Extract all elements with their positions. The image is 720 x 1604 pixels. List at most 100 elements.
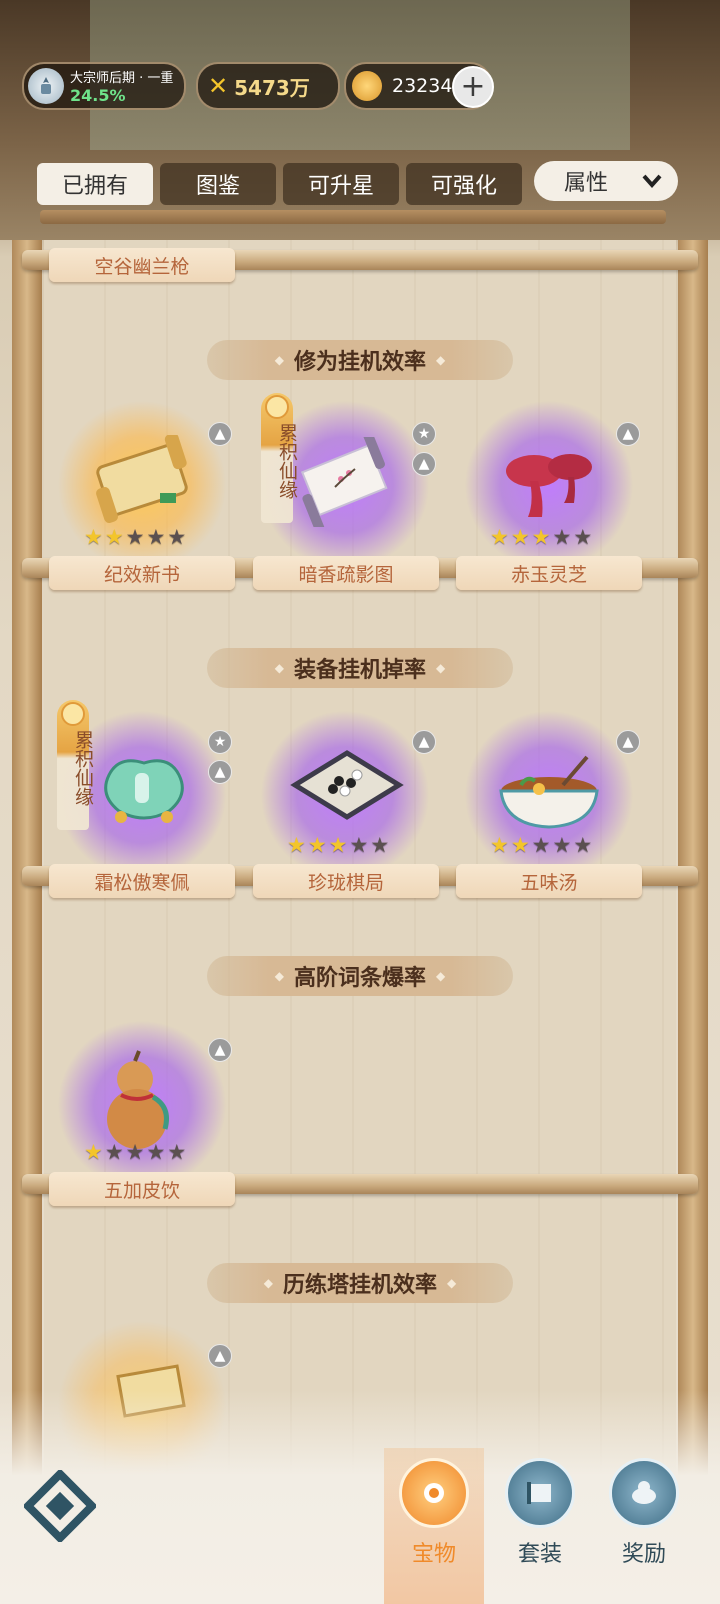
star-empty-icon: ★ [146,525,166,549]
star-rating: ★ ★ ★ ★ ★ [287,834,389,856]
item-name: 赤玉灵芝 [510,563,587,586]
compass-menu-icon[interactable] [20,1466,100,1546]
diamond-ornament-icon: ◆ [447,1276,457,1290]
star-empty-icon: ★ [552,525,572,549]
set-scroll-icon [505,1458,575,1528]
item-name: 五味汤 [520,871,578,894]
rank-emblem-icon [28,68,64,104]
item-name: 珍珑棋局 [307,871,384,894]
rank-panel[interactable]: 大宗师后期 · 一重 24.5% [22,62,186,110]
diamond-ornament-icon: ◆ [274,353,284,367]
star-empty-icon: ★ [125,1140,145,1164]
star-filled-icon: ★ [104,525,124,549]
star-empty-icon: ★ [573,525,593,549]
reward-icon [609,1458,679,1528]
star-upgrade-icon[interactable]: ★ [412,422,436,446]
upgrade-arrow-icon[interactable]: ▲ [208,1344,232,1368]
nav-set[interactable]: 套装 [490,1448,590,1604]
upgrade-arrow-icon[interactable]: ▲ [208,1038,232,1062]
item-name: 五加皮饮 [103,1179,180,1202]
plus-icon: + [460,69,486,104]
tab-label: 已拥有 [61,174,128,199]
star-empty-icon: ★ [167,525,187,549]
upgrade-arrow-icon[interactable]: ▲ [412,452,436,476]
upgrade-arrow-icon[interactable]: ▲ [412,730,436,754]
upgrade-arrow-icon[interactable]: ▲ [616,730,640,754]
star-empty-icon: ★ [552,833,572,857]
star-empty-icon: ★ [125,525,145,549]
moon-emblem-icon [265,395,289,419]
nav-treasure[interactable]: 宝物 [384,1448,484,1604]
treasure-red-lingzhi[interactable] [484,432,614,532]
diamond-ornament-icon: ◆ [436,969,446,983]
currency-value: 23234 [392,75,453,97]
tab-owned[interactable]: 已拥有 [37,163,153,205]
treasure-gourd[interactable] [86,1044,196,1154]
treasure-icon [399,1458,469,1528]
section-title: 装备挂机掉率 [293,658,426,683]
rank-title: 大宗师后期 · 一重 [70,71,174,86]
star-filled-icon: ★ [287,833,306,857]
tab-label: 可升星 [307,174,374,199]
star-rating: ★ ★ ★ ★ ★ [84,526,186,548]
star-filled-icon: ★ [328,833,348,857]
diamond-ornament-icon: ◆ [274,661,284,675]
item-name: 霜松傲寒佩 [94,871,190,894]
chevron-down-icon [642,174,662,188]
diamond-ornament-icon: ◆ [263,1276,273,1290]
section-header: ◆ 修为挂机效率 ◆ [207,340,513,380]
tab-label: 可强化 [430,174,497,199]
treasure-scroll-book[interactable] [72,430,212,530]
item-name-label[interactable]: 珍珑棋局 [253,864,439,898]
item-name: 纪效新书 [103,563,180,586]
item-name-label[interactable]: 霜松傲寒佩 [49,864,235,898]
section-header: ◆ 高阶词条爆率 ◆ [207,956,513,996]
star-rating: ★ ★ ★ ★ ★ [84,1141,186,1163]
upgrade-arrow-icon[interactable]: ▲ [616,422,640,446]
star-rating: ★ ★ ★ ★ ★ [490,526,592,548]
star-upgrade-icon[interactable]: ★ [208,730,232,754]
nav-reward[interactable]: 奖励 [594,1448,694,1604]
star-empty-icon: ★ [349,833,369,857]
nav-label: 套装 [517,1542,562,1567]
item-name-label[interactable]: 暗香疏影图 [253,556,439,590]
item-name-label[interactable]: 五味汤 [456,864,642,898]
star-filled-icon: ★ [510,525,530,549]
item-name-label[interactable]: 空谷幽兰枪 [49,248,235,282]
attribute-filter-dropdown[interactable]: 属性 [534,161,678,201]
coin-icon [352,71,382,101]
power-value: 5473万 [234,75,310,100]
nav-label: 宝物 [411,1542,456,1567]
item-name: 暗香疏影图 [298,563,394,586]
star-empty-icon: ★ [531,833,551,857]
upgrade-arrow-icon[interactable]: ▲ [208,760,232,784]
star-empty-icon: ★ [104,1140,124,1164]
moon-emblem-icon [61,702,85,726]
diamond-ornament-icon: ◆ [436,661,446,675]
tab-collection[interactable]: 图鉴 [160,163,276,205]
item-name-label[interactable]: 纪效新书 [49,556,235,590]
treasure-go-board[interactable] [282,740,412,840]
star-rating: ★ ★ ★ ★ ★ [490,834,592,856]
tab-label: 图鉴 [195,174,240,199]
star-filled-icon: ★ [490,833,509,857]
filter-label: 属性 [564,171,609,196]
section-header: ◆ 历练塔挂机效率 ◆ [207,1263,513,1303]
treasure-jade-pendant[interactable] [84,740,204,840]
rank-progress: 24.5% [70,86,126,105]
treasure-soup-bowl[interactable] [488,740,614,840]
diamond-ornament-icon: ◆ [436,353,446,367]
section-title: 高阶词条爆率 [293,966,426,991]
item-name-label[interactable]: 赤玉灵芝 [456,556,642,590]
tab-enhance[interactable]: 可强化 [406,163,522,205]
section-title: 修为挂机效率 [293,350,426,375]
diamond-ornament-icon: ◆ [274,969,284,983]
item-name-label[interactable]: 五加皮饮 [49,1172,235,1206]
treasure-plum-painting[interactable] [280,432,410,532]
upgrade-arrow-icon[interactable]: ▲ [208,422,232,446]
add-currency-button[interactable]: + [452,66,494,108]
star-filled-icon: ★ [531,525,551,549]
tab-star-up[interactable]: 可升星 [283,163,399,205]
section-title: 历练塔挂机效率 [282,1273,437,1298]
star-filled-icon: ★ [490,525,509,549]
